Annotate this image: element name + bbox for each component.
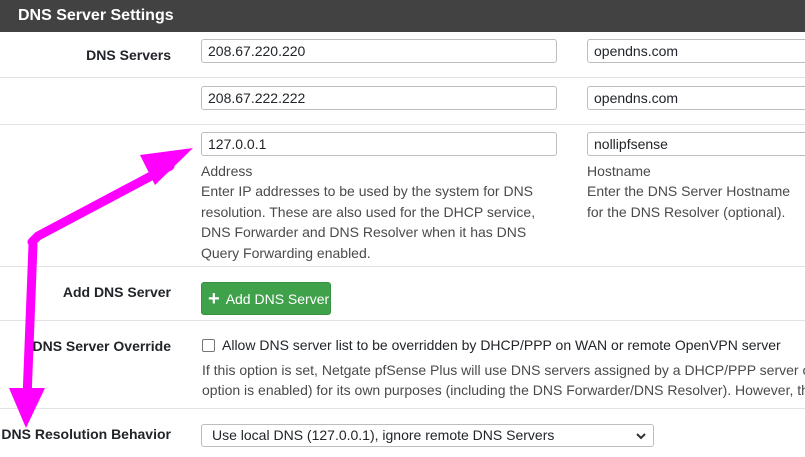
dns-hostname-input-2[interactable]: opendns.com xyxy=(587,86,805,110)
panel-title: DNS Server Settings xyxy=(0,0,805,32)
dns-server-row-3: 127.0.0.1 nollipfsense Address Enter IP … xyxy=(0,125,805,267)
address-help: Enter IP addresses to be used by the sys… xyxy=(201,183,536,261)
add-dns-button-label: Add DNS Server xyxy=(225,290,330,307)
dns-resolution-label: DNS Resolution Behavior xyxy=(1,426,171,442)
dns-override-label: DNS Server Override xyxy=(32,338,171,354)
add-dns-server-button[interactable]: + Add DNS Server xyxy=(201,282,331,315)
dns-servers-label: DNS Servers xyxy=(86,47,171,63)
plus-icon: + xyxy=(208,287,220,310)
dns-address-input-3[interactable]: 127.0.0.1 xyxy=(201,132,557,156)
chevron-down-icon xyxy=(636,433,646,440)
hostname-label: Hostname xyxy=(587,163,651,179)
dns-hostname-input-1[interactable]: opendns.com xyxy=(587,39,805,63)
address-label: Address xyxy=(201,163,253,179)
add-dns-label: Add DNS Server xyxy=(62,284,171,300)
dns-address-input-1[interactable]: 208.67.220.220 xyxy=(201,39,557,63)
dns-address-input-2[interactable]: 208.67.222.222 xyxy=(201,86,557,110)
dns-server-row-1: DNS Servers 208.67.220.220 opendns.com xyxy=(0,32,805,78)
dns-override-checkbox-label[interactable]: Allow DNS server list to be overridden b… xyxy=(222,337,781,353)
dns-resolution-select[interactable]: Use local DNS (127.0.0.1), ignore remote… xyxy=(201,424,654,447)
dns-resolution-selected: Use local DNS (127.0.0.1), ignore remote… xyxy=(212,427,555,443)
add-dns-row: Add DNS Server xyxy=(0,267,805,321)
dns-override-help-line-2: option is enabled) for its own purposes … xyxy=(202,382,805,398)
dns-override-help-line-1: If this option is set, Netgate pfSense P… xyxy=(202,362,805,378)
hostname-help: Enter the DNS Server Hostname for the DN… xyxy=(587,183,791,220)
dns-hostname-input-3[interactable]: nollipfsense xyxy=(587,132,805,156)
dns-server-row-2: 208.67.222.222 opendns.com xyxy=(0,78,805,125)
dns-override-checkbox[interactable] xyxy=(202,339,215,352)
